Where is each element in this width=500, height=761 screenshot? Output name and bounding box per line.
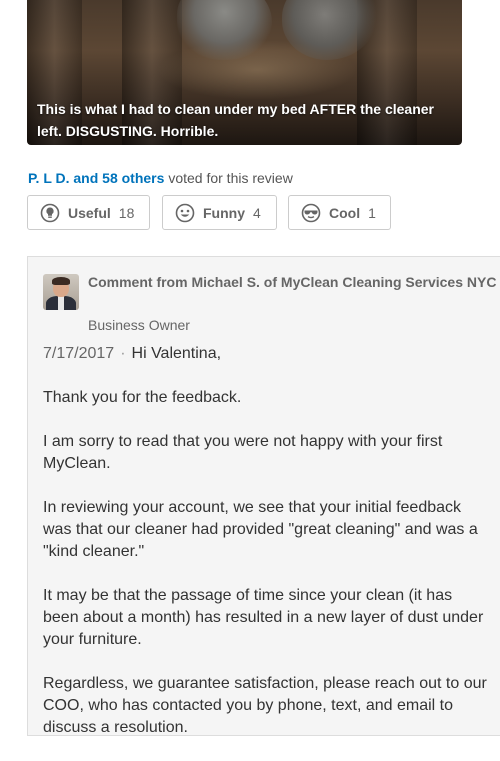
funny-button[interactable]: Funny 4 bbox=[162, 195, 277, 230]
comment-paragraph: In reviewing your account, we see that y… bbox=[43, 499, 478, 560]
cool-count: 1 bbox=[368, 204, 376, 221]
funny-count: 4 bbox=[253, 204, 261, 221]
avatar[interactable] bbox=[43, 274, 79, 310]
comment-greeting: Hi Valentina, bbox=[131, 345, 222, 362]
comment-first-line: 7/17/2017 · Hi Valentina, bbox=[43, 343, 488, 365]
comment-role: Business Owner bbox=[88, 317, 190, 333]
comment-paragraph: Regardless, we guarantee satisfaction, p… bbox=[43, 675, 487, 736]
vote-summary: P. L D. and 58 others voted for this rev… bbox=[28, 170, 293, 186]
lightbulb-icon bbox=[40, 203, 60, 222]
comment-paragraph: Thank you for the feedback. bbox=[43, 389, 242, 406]
comment-date: 7/17/2017 bbox=[43, 345, 115, 362]
smile-icon bbox=[175, 203, 195, 222]
comment-header: Comment from Michael S. of MyClean Clean… bbox=[88, 274, 497, 290]
comment-paragraph: It may be that the passage of time since… bbox=[43, 587, 484, 648]
useful-label: Useful bbox=[68, 204, 111, 221]
vote-summary-suffix: voted for this review bbox=[168, 170, 293, 186]
funny-label: Funny bbox=[203, 204, 245, 221]
avatar-hair bbox=[52, 277, 70, 285]
separator-dot: · bbox=[120, 345, 126, 362]
useful-button[interactable]: Useful 18 bbox=[27, 195, 150, 230]
cool-button[interactable]: Cool 1 bbox=[288, 195, 391, 230]
review-photo[interactable]: This is what I had to clean under my bed… bbox=[27, 0, 462, 145]
cool-label: Cool bbox=[329, 204, 361, 221]
sunglasses-icon bbox=[301, 203, 321, 222]
useful-count: 18 bbox=[118, 204, 135, 221]
comment-body: 7/17/2017 · Hi Valentina, Thank you for th… bbox=[43, 343, 488, 761]
comment-paragraph: I am sorry to read that you were not hap… bbox=[43, 433, 443, 472]
business-owner-comment: Comment from Michael S. of MyClean Clean… bbox=[27, 256, 500, 736]
photo-caption: This is what I had to clean under my bed… bbox=[37, 101, 435, 139]
voters-link[interactable]: P. L D. and 58 others bbox=[28, 170, 164, 186]
avatar-shirt bbox=[58, 296, 64, 310]
